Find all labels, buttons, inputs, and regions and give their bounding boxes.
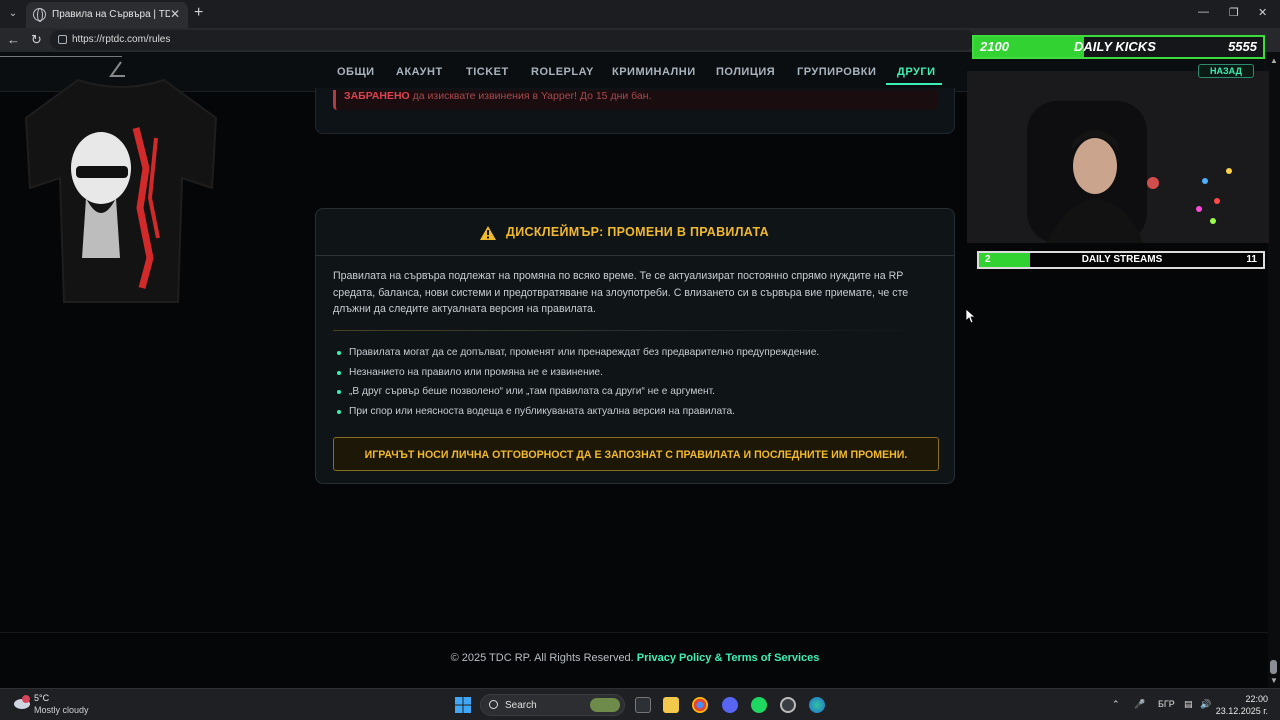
nav-item-other[interactable]: ДРУГИ <box>897 66 936 78</box>
tab-title: Правила на Сървъра | TDC Rolep <box>52 9 170 20</box>
search-icon <box>489 700 498 709</box>
disclaimer-title: ДИСКЛЕЙМЪР: ПРОМЕНИ В ПРАВИЛАТА <box>506 225 769 239</box>
spotify-icon[interactable] <box>751 697 767 713</box>
window-close-icon[interactable]: ✕ <box>1258 6 1267 19</box>
restore-icon[interactable]: ❐ <box>1229 6 1239 19</box>
ban-warning-text: ЗАБРАНЕНО да изисквате извинения в Yappe… <box>344 90 651 102</box>
warning-icon <box>480 226 496 240</box>
steam-icon[interactable] <box>780 697 796 713</box>
nav-active-underline <box>886 83 942 85</box>
privacy-terms-link[interactable]: Privacy Policy & Terms of Services <box>637 652 820 664</box>
clock-time: 22:00 <box>1245 694 1268 704</box>
site-info-icon[interactable] <box>58 35 67 44</box>
mouse-cursor-icon <box>966 309 976 323</box>
network-icon[interactable]: ▤ <box>1184 699 1193 710</box>
tab-close-icon[interactable]: ✕ <box>170 7 180 21</box>
nav-item-roleplay[interactable]: ROLEPLAY <box>531 66 594 78</box>
weather-temperature[interactable]: 5°C <box>34 693 49 703</box>
list-item: При спор или неясноста водеща е публикув… <box>333 404 933 424</box>
scrollbar-thumb[interactable] <box>1270 660 1277 674</box>
nav-item-ticket[interactable]: TICKET <box>466 66 509 78</box>
taskbar: 5°C Mostly cloudy Search ⌃ 🎤 БГР ▤ 🔊 22:… <box>0 688 1280 720</box>
responsibility-notice-text: ИГРАЧЪТ НОСИ ЛИЧНА ОТГОВОРНОСТ ДА Е ЗАПО… <box>364 449 908 461</box>
clock[interactable]: 22:00 23.12.2025 г. <box>1216 693 1268 717</box>
tab-list-chevron-icon[interactable]: ⌄ <box>4 5 22 23</box>
scroll-up-icon[interactable]: ▲ <box>1270 56 1278 65</box>
daily-kicks-label: DAILY KICKS <box>1074 39 1156 54</box>
footer: © 2025 TDC RP. All Rights Reserved. Priv… <box>0 652 1270 664</box>
nav-item-account[interactable]: АКАУНТ <box>396 66 443 78</box>
tshirt-ad-image[interactable] <box>16 58 226 308</box>
disclaimer-header: ДИСКЛЕЙМЪР: ПРОМЕНИ В ПРАВИЛАТА <box>316 209 954 256</box>
ban-warning-strong: ЗАБРАНЕНО <box>344 90 410 102</box>
refresh-icon[interactable]: ↻ <box>31 32 42 48</box>
url-field[interactable]: https://rptdc.com/rules <box>50 30 975 50</box>
nav-item-general[interactable]: ОБЩИ <box>337 66 375 78</box>
globe-icon <box>33 8 46 22</box>
disclaimer-bullet-list: Правилата могат да се допълват, променят… <box>333 345 933 424</box>
page-scrollbar[interactable] <box>1268 52 1280 688</box>
disclaimer-card: ДИСКЛЕЙМЪР: ПРОМЕНИ В ПРАВИЛАТА Правилат… <box>315 208 955 484</box>
new-tab-icon[interactable]: + <box>194 4 203 22</box>
nav-item-police[interactable]: ПОЛИЦИЯ <box>716 66 775 78</box>
responsibility-notice: ИГРАЧЪТ НОСИ ЛИЧНА ОТГОВОРНОСТ ДА Е ЗАПО… <box>333 437 939 471</box>
edge-icon[interactable] <box>809 697 825 713</box>
browser-tab[interactable]: Правила на Сървъра | TDC Rolep ✕ <box>26 2 188 28</box>
file-explorer-icon[interactable] <box>663 697 679 713</box>
list-item: „В друг сървър беше позволено“ или „там … <box>333 384 933 404</box>
back-arrow-icon[interactable]: ← <box>7 32 20 47</box>
weather-description[interactable]: Mostly cloudy <box>34 705 89 715</box>
taskbar-search-label: Search <box>505 700 537 711</box>
volume-icon[interactable]: 🔊 <box>1200 699 1211 710</box>
footer-copyright: © 2025 TDC RP. All Rights Reserved. <box>450 652 634 664</box>
daily-streams-goal: 2 DAILY STREAMS 11 <box>977 251 1265 269</box>
daily-streams-label: DAILY STREAMS <box>1081 254 1163 265</box>
daily-kicks-current: 2100 <box>980 39 1009 54</box>
ban-warning-rest: да изисквате извинения в Yapper! До 15 д… <box>409 90 652 102</box>
nav-item-criminal[interactable]: КРИМИНАЛНИ <box>612 66 696 78</box>
scroll-down-icon[interactable]: ▼ <box>1270 676 1278 685</box>
task-view-icon[interactable] <box>635 697 651 713</box>
tray-chevron-icon[interactable]: ⌃ <box>1112 699 1120 710</box>
minimize-icon[interactable]: — <box>1198 6 1209 18</box>
microphone-icon[interactable]: 🎤 <box>1134 699 1145 710</box>
list-item: Незнанието на правило или промяна не е и… <box>333 365 933 385</box>
footer-divider <box>0 632 1268 633</box>
windows-start-icon[interactable] <box>455 697 471 713</box>
cloud-icon[interactable] <box>12 694 32 710</box>
disclaimer-paragraph: Правилата на сървъра подлежат на промяна… <box>333 270 909 315</box>
webcam-feed <box>967 71 1269 243</box>
browser-tabbar: ⌄ Правила на Сървъра | TDC Rolep ✕ + — ❐… <box>0 0 1280 28</box>
daily-kicks-target: 5555 <box>1228 39 1257 54</box>
daily-kicks-goal: 2100 DAILY KICKS 5555 <box>972 35 1265 59</box>
language-indicator[interactable]: БГР <box>1158 699 1175 709</box>
back-button[interactable]: НАЗАД <box>1198 64 1254 78</box>
streamer-webcam-image <box>967 71 1269 243</box>
daily-streams-target: 11 <box>1246 254 1257 265</box>
hanger-wire <box>0 56 122 57</box>
nav-item-groups[interactable]: ГРУПИРОВКИ <box>797 66 876 78</box>
url-text: https://rptdc.com/rules <box>72 34 171 45</box>
clock-date: 23.12.2025 г. <box>1215 706 1268 716</box>
search-highlight-icon <box>590 698 620 712</box>
chrome-icon[interactable] <box>692 697 708 713</box>
list-item: Правилата могат да се допълват, променят… <box>333 345 933 365</box>
discord-icon[interactable] <box>722 697 738 713</box>
divider <box>333 330 933 331</box>
taskbar-search[interactable]: Search <box>480 694 625 716</box>
